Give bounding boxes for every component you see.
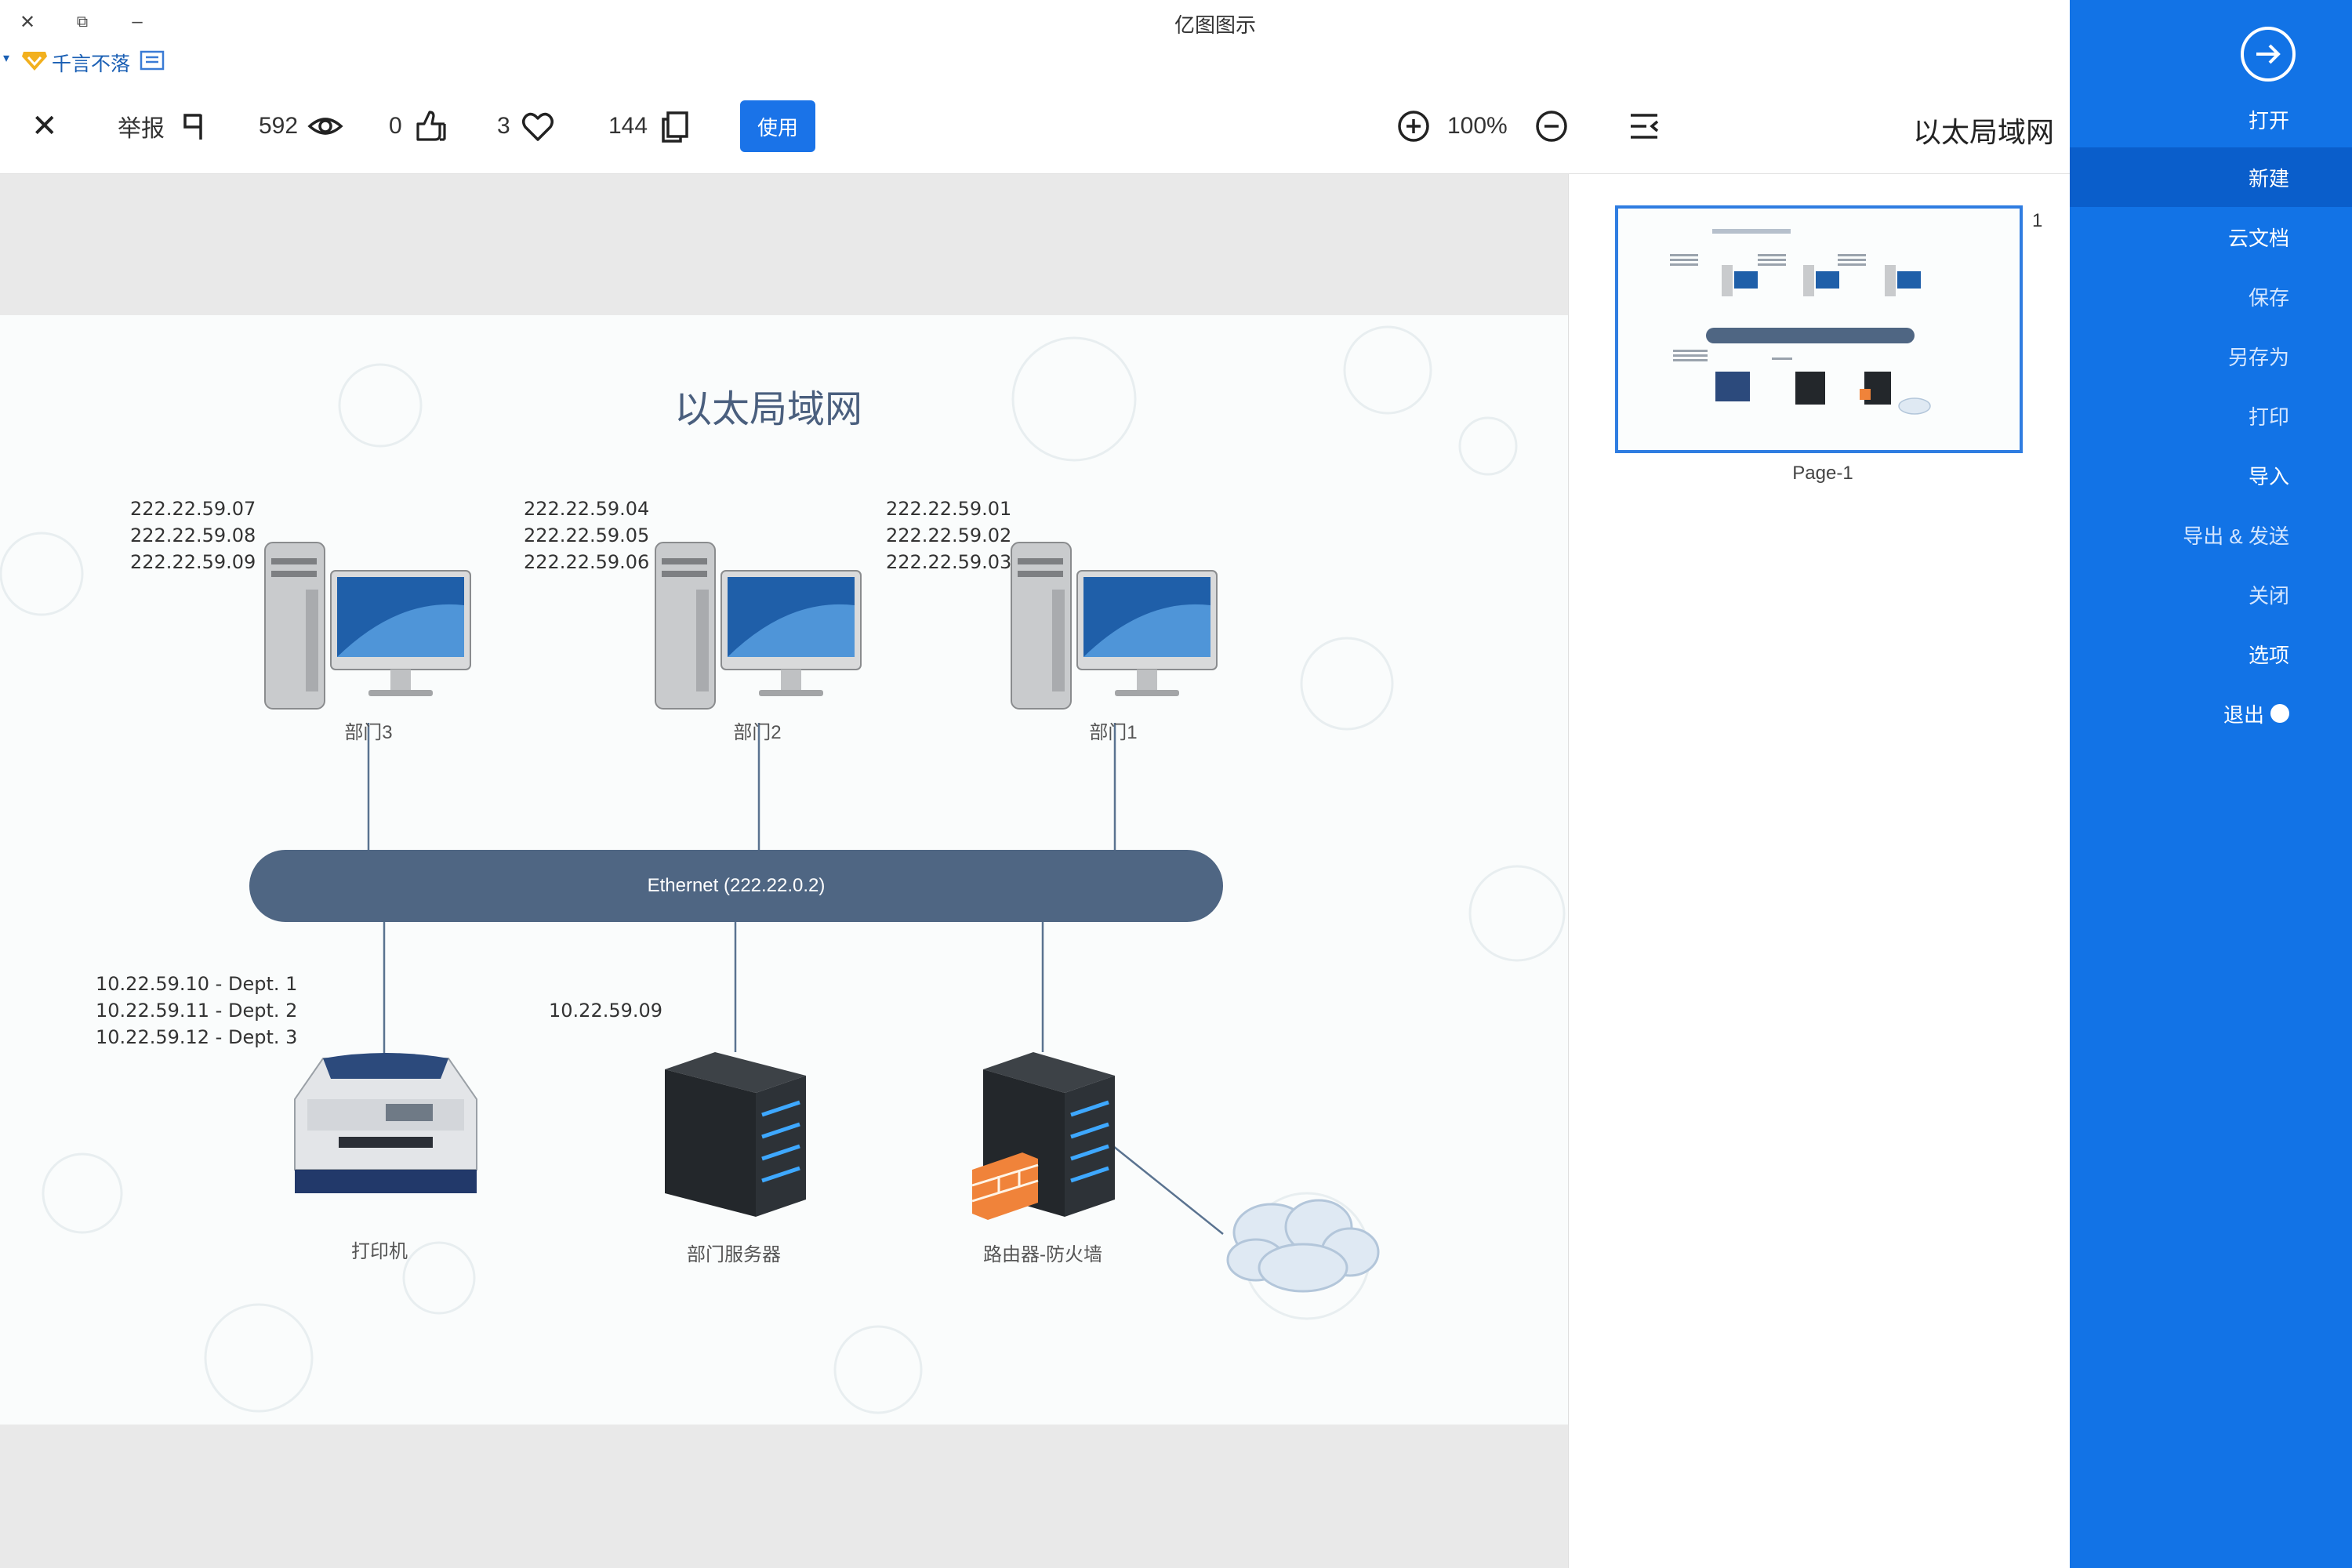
menu-row	[0, 44, 2070, 78]
thumbs-up-icon	[416, 111, 446, 141]
menu-item-open-label: 打开	[2248, 108, 2289, 132]
copies-counter[interactable]: 144	[608, 103, 693, 149]
canvas-area[interactable]: 以太局域网 222.22.59.07 222.22.59.08 222.22.5…	[0, 174, 1568, 1568]
favorite-button[interactable]: 3	[497, 103, 556, 149]
menu-item-open[interactable]: 打开	[2070, 89, 2352, 149]
menu-item-exit-label: 退出	[2223, 702, 2264, 727]
menu-item-save-as[interactable]: 另存为	[2070, 326, 2352, 386]
page-number: 1	[2032, 210, 2043, 231]
server-label: 部门服务器	[687, 1244, 781, 1265]
department-server-icon[interactable]	[665, 1052, 806, 1217]
menu-item-new-label: 新建	[2248, 166, 2289, 191]
menu-item-new[interactable]: 新建	[2070, 147, 2352, 207]
favorites-count: 3	[497, 113, 510, 139]
zoom-level[interactable]: 100%	[1447, 103, 1508, 149]
computer-label-dept2: 部门2	[733, 722, 782, 743]
vip-account-link[interactable]: 千言不落	[52, 49, 130, 77]
menu-item-print[interactable]: 打印	[2070, 386, 2352, 445]
firewall-brick-icon	[971, 1152, 1039, 1220]
list-indent-icon	[1631, 114, 1659, 139]
printer-ip-list: 10.22.59.10 - Dept. 1 10.22.59.11 - Dept…	[96, 973, 298, 1048]
feedback-icon[interactable]	[140, 50, 165, 72]
zoom-value: 100%	[1447, 113, 1508, 139]
computer-label-dept3: 部门3	[344, 722, 393, 743]
window-restore-button[interactable]: ⧉	[63, 5, 102, 39]
diagram-title: 以太局域网	[673, 387, 862, 431]
menu-item-save[interactable]: 保存	[2070, 267, 2352, 326]
title-bar: ✕ ⧉ – 亿图图示	[0, 0, 2070, 44]
zoom-out-icon	[1536, 111, 1567, 142]
vip-gem-icon	[22, 52, 47, 71]
server-ip: 10.22.59.09	[549, 1000, 663, 1022]
zoom-out-button[interactable]	[1534, 103, 1570, 149]
internet-cloud-icon[interactable]	[1226, 1199, 1380, 1293]
router-firewall-icon[interactable]	[971, 1052, 1115, 1220]
heart-icon	[521, 112, 554, 141]
ethernet-label: Ethernet (222.22.0.2)	[647, 875, 826, 896]
menu-item-close[interactable]: 关闭	[2070, 564, 2352, 624]
menu-item-cloud-docs[interactable]: 云文档	[2070, 207, 2352, 267]
menu-item-exit[interactable]: 退出	[2070, 684, 2352, 743]
views-counter: 592	[259, 103, 343, 149]
document-title: 以太局域网	[1912, 116, 2054, 148]
close-preview-button[interactable]: ✕	[31, 103, 58, 149]
computer-dept3-icon[interactable]	[264, 542, 471, 710]
report-label: 举报	[118, 116, 165, 142]
back-arrow-icon[interactable]	[2241, 27, 2296, 82]
menu-item-save-as-label: 另存为	[2227, 345, 2289, 369]
menu-item-print-label: 打印	[2248, 405, 2289, 429]
report-button[interactable]: 举报	[118, 103, 210, 149]
zoom-in-icon	[1398, 111, 1429, 142]
likes-count: 0	[389, 113, 402, 139]
printer-label: 打印机	[351, 1241, 408, 1262]
window-close-button[interactable]: ✕	[8, 5, 47, 39]
app-window: ✕ ⧉ – 亿图图示 ▾ 千言不落 ✕ 举报 592 0 3 144 使用 10…	[0, 0, 2352, 1568]
like-button[interactable]: 0	[389, 103, 448, 149]
computer-dept1-icon[interactable]	[1011, 542, 1218, 710]
window-minimize-button[interactable]: –	[118, 5, 157, 39]
printer-icon[interactable]	[294, 1053, 477, 1193]
close-icon: ✕	[31, 109, 58, 143]
page-name: Page-1	[1792, 463, 1853, 484]
copy-icon	[662, 111, 688, 143]
computer-dept2-icon[interactable]	[655, 542, 862, 710]
menu-item-options-label: 选项	[2248, 643, 2289, 667]
eye-icon	[307, 118, 343, 135]
ip-group-dept1: 222.22.59.01 222.22.59.02 222.22.59.03	[886, 498, 1012, 573]
use-template-button[interactable]: 使用	[740, 100, 815, 152]
menu-item-export-send[interactable]: 导出 & 发送	[2070, 505, 2352, 564]
menu-item-save-label: 保存	[2248, 285, 2289, 310]
diagram-page[interactable]: 以太局域网 222.22.59.07 222.22.59.08 222.22.5…	[0, 315, 1568, 1425]
menu-item-cloud-docs-label: 云文档	[2227, 226, 2289, 250]
computer-label-dept1: 部门1	[1089, 722, 1138, 743]
zoom-in-button[interactable]	[1396, 103, 1432, 149]
ip-group-dept3: 222.22.59.07 222.22.59.08 222.22.59.09	[130, 498, 256, 573]
outline-toggle-button[interactable]	[1626, 103, 1662, 149]
flag-icon	[183, 114, 202, 140]
exit-icon	[2270, 704, 2289, 723]
menu-item-import-label: 导入	[2248, 464, 2289, 488]
page-thumbnail-preview	[1670, 229, 1931, 415]
menu-item-options[interactable]: 选项	[2070, 624, 2352, 684]
router-label: 路由器-防火墙	[983, 1244, 1102, 1265]
ethernet-bus[interactable]: Ethernet (222.22.0.2)	[249, 850, 1223, 922]
ip-group-dept2: 222.22.59.04 222.22.59.05 222.22.59.06	[524, 498, 650, 573]
menu-item-export-send-label: 导出 & 发送	[2183, 524, 2289, 548]
page-thumbnail[interactable]	[1615, 205, 2023, 453]
menu-item-close-label: 关闭	[2248, 583, 2289, 608]
views-count: 592	[259, 113, 299, 139]
menu-item-import[interactable]: 导入	[2070, 445, 2352, 505]
window-title: 亿图图示	[1174, 13, 1256, 37]
copies-count: 144	[608, 113, 648, 139]
dropdown-caret-icon[interactable]: ▾	[3, 50, 9, 66]
